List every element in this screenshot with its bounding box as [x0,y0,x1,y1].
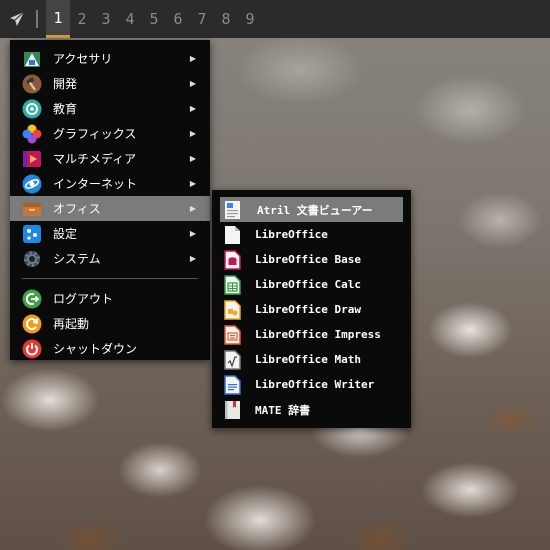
reboot-icon [22,314,42,333]
menu-item-label: 再起動 [53,317,90,331]
libreoffice-draw-icon [224,299,241,320]
submenu-item-label: LibreOffice Math [255,353,361,366]
graphics-icon [22,124,42,143]
menu-item-label: シャットダウン [53,342,138,356]
libreoffice-icon [225,225,240,244]
menu-item-label: インターネット [53,177,138,191]
submenu-arrow-icon: ▶ [189,229,196,238]
submenu-arrow-icon: ▶ [189,129,196,138]
shutdown-icon [22,339,42,358]
menu-item-label: アクセサリ [53,52,113,66]
submenu-item-libreoffice-writer[interactable]: LibreOffice Writer [212,372,411,397]
workspace-3[interactable]: 3 [94,0,118,38]
menu-item-office[interactable]: オフィス ▶ [10,196,210,221]
menu-item-shutdown[interactable]: シャットダウン [10,336,210,361]
workspace-9[interactable]: 9 [238,0,262,38]
menu-item-logout[interactable]: ログアウト [10,286,210,311]
menu-launcher-button[interactable] [0,0,34,38]
submenu-item-libreoffice-impress[interactable]: LibreOffice Impress [212,322,411,347]
menu-item-reboot[interactable]: 再起動 [10,311,210,336]
submenu-item-label: MATE 辞書 [255,403,311,417]
application-menu: アクセサリ ▶ 開発 ▶ 教育 ▶ グラフィックス ▶ マルチメディア ▶ イン… [10,40,210,360]
menu-item-accessories[interactable]: アクセサリ ▶ [10,46,210,71]
menu-item-label: マルチメディア [53,152,137,166]
submenu-arrow-icon: ▶ [189,154,196,163]
submenu-item-label: LibreOffice [255,228,328,241]
menu-item-label: ログアウト [53,292,114,306]
top-panel: 1 2 3 4 5 6 7 8 9 [0,0,550,38]
submenu-item-atril[interactable]: Atril 文書ビューアー [220,197,403,222]
submenu-arrow-icon: ▶ [189,254,196,263]
submenu-item-label: LibreOffice Base [255,253,361,266]
menu-item-education[interactable]: 教育 ▶ [10,96,210,121]
submenu-arrow-icon: ▶ [189,54,196,63]
hammer-icon [22,74,42,93]
workspace-5[interactable]: 5 [142,0,166,38]
menu-item-development[interactable]: 開発 ▶ [10,71,210,96]
workspace-4[interactable]: 4 [118,0,142,38]
menu-item-label: 設定 [53,227,78,241]
menu-item-graphics[interactable]: グラフィックス ▶ [10,121,210,146]
logout-icon [22,289,42,308]
office-icon [23,202,41,216]
submenu-arrow-icon: ▶ [189,179,196,188]
submenu-item-mate-dictionary[interactable]: MATE 辞書 [212,397,411,422]
menu-item-system[interactable]: システム ▶ [10,246,210,271]
libreoffice-writer-icon [224,374,241,395]
settings-icon [23,224,41,243]
libreoffice-calc-icon [224,274,241,295]
menu-item-internet[interactable]: インターネット ▶ [10,171,210,196]
workspace-6[interactable]: 6 [166,0,190,38]
menu-item-label: グラフィックス [53,127,137,141]
multimedia-icon [23,150,41,167]
submenu-arrow-icon: ▶ [189,104,196,113]
dictionary-icon [225,400,240,419]
libreoffice-base-icon [224,249,241,270]
submenu-item-libreoffice-math[interactable]: LibreOffice Math [212,347,411,372]
education-icon [22,99,42,118]
workspace-8[interactable]: 8 [214,0,238,38]
submenu-item-libreoffice-draw[interactable]: LibreOffice Draw [212,297,411,322]
internet-icon [22,174,42,193]
submenu-arrow-icon: ▶ [189,204,196,213]
paper-plane-icon [10,11,25,26]
workspace-7[interactable]: 7 [190,0,214,38]
panel-separator [36,10,38,28]
menu-separator [22,278,198,279]
menu-item-label: 開発 [53,77,78,91]
system-icon [24,250,40,267]
workspace-1[interactable]: 1 [46,0,70,38]
submenu-item-libreoffice-calc[interactable]: LibreOffice Calc [212,272,411,297]
submenu-item-libreoffice-base[interactable]: LibreOffice Base [212,247,411,272]
submenu-item-libreoffice[interactable]: LibreOffice [212,222,411,247]
menu-item-label: オフィス [53,202,101,216]
document-viewer-icon [225,200,240,219]
libreoffice-math-icon [224,349,241,370]
submenu-item-label: LibreOffice Writer [255,378,375,391]
submenu-item-label: LibreOffice Calc [255,278,361,291]
accessories-icon [24,51,40,67]
menu-item-multimedia[interactable]: マルチメディア ▶ [10,146,210,171]
submenu-arrow-icon: ▶ [189,79,196,88]
submenu-item-label: Atril 文書ビューアー [257,203,373,217]
menu-item-label: 教育 [53,102,78,116]
menu-item-label: システム [53,252,101,266]
libreoffice-impress-icon [224,324,241,345]
menu-item-settings[interactable]: 設定 ▶ [10,221,210,246]
workspace-2[interactable]: 2 [70,0,94,38]
submenu-item-label: LibreOffice Draw [255,303,361,316]
office-submenu: Atril 文書ビューアー LibreOffice LibreOffice Ba… [212,190,411,428]
submenu-item-label: LibreOffice Impress [255,328,381,341]
